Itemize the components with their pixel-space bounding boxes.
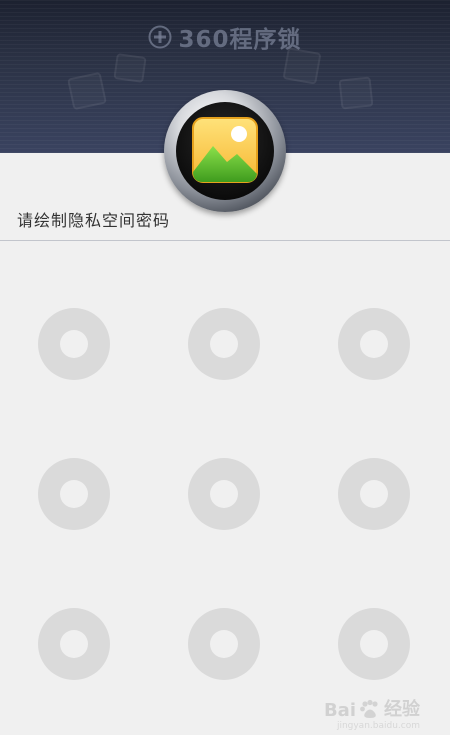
decor-tile: [113, 53, 147, 83]
app-title-text: 360程序锁: [178, 27, 302, 53]
pattern-dot-3[interactable]: [338, 308, 410, 380]
decor-tile: [338, 76, 374, 110]
baidu-watermark: Bai 经验 jingyan.baidu.com: [323, 695, 420, 731]
watermark-url: jingyan.baidu.com: [336, 721, 420, 731]
plus-circle-icon: [148, 25, 172, 49]
lock-screen: 360程序锁 请绘制隐私空间密码 Bai 经验 jingyan.baidu.co…: [0, 0, 450, 735]
pattern-dot-6[interactable]: [338, 458, 410, 530]
pattern-dot-4[interactable]: [38, 458, 110, 530]
pattern-lock-grid[interactable]: [0, 241, 450, 735]
pattern-dot-8[interactable]: [188, 608, 260, 680]
gallery-image-icon: [192, 117, 258, 183]
pattern-dot-2[interactable]: [188, 308, 260, 380]
watermark-brand: Bai: [323, 700, 356, 721]
app-title: 360程序锁: [0, 20, 450, 54]
pattern-dot-1[interactable]: [38, 308, 110, 380]
watermark-suffix: 经验: [384, 699, 420, 720]
pattern-dot-7[interactable]: [38, 608, 110, 680]
pattern-dot-9[interactable]: [338, 608, 410, 680]
gallery-icon: [164, 90, 286, 212]
pattern-prompt: 请绘制隐私空间密码: [17, 211, 171, 230]
decor-tile: [67, 71, 107, 111]
paw-icon: [360, 699, 378, 718]
pattern-dot-5[interactable]: [188, 458, 260, 530]
